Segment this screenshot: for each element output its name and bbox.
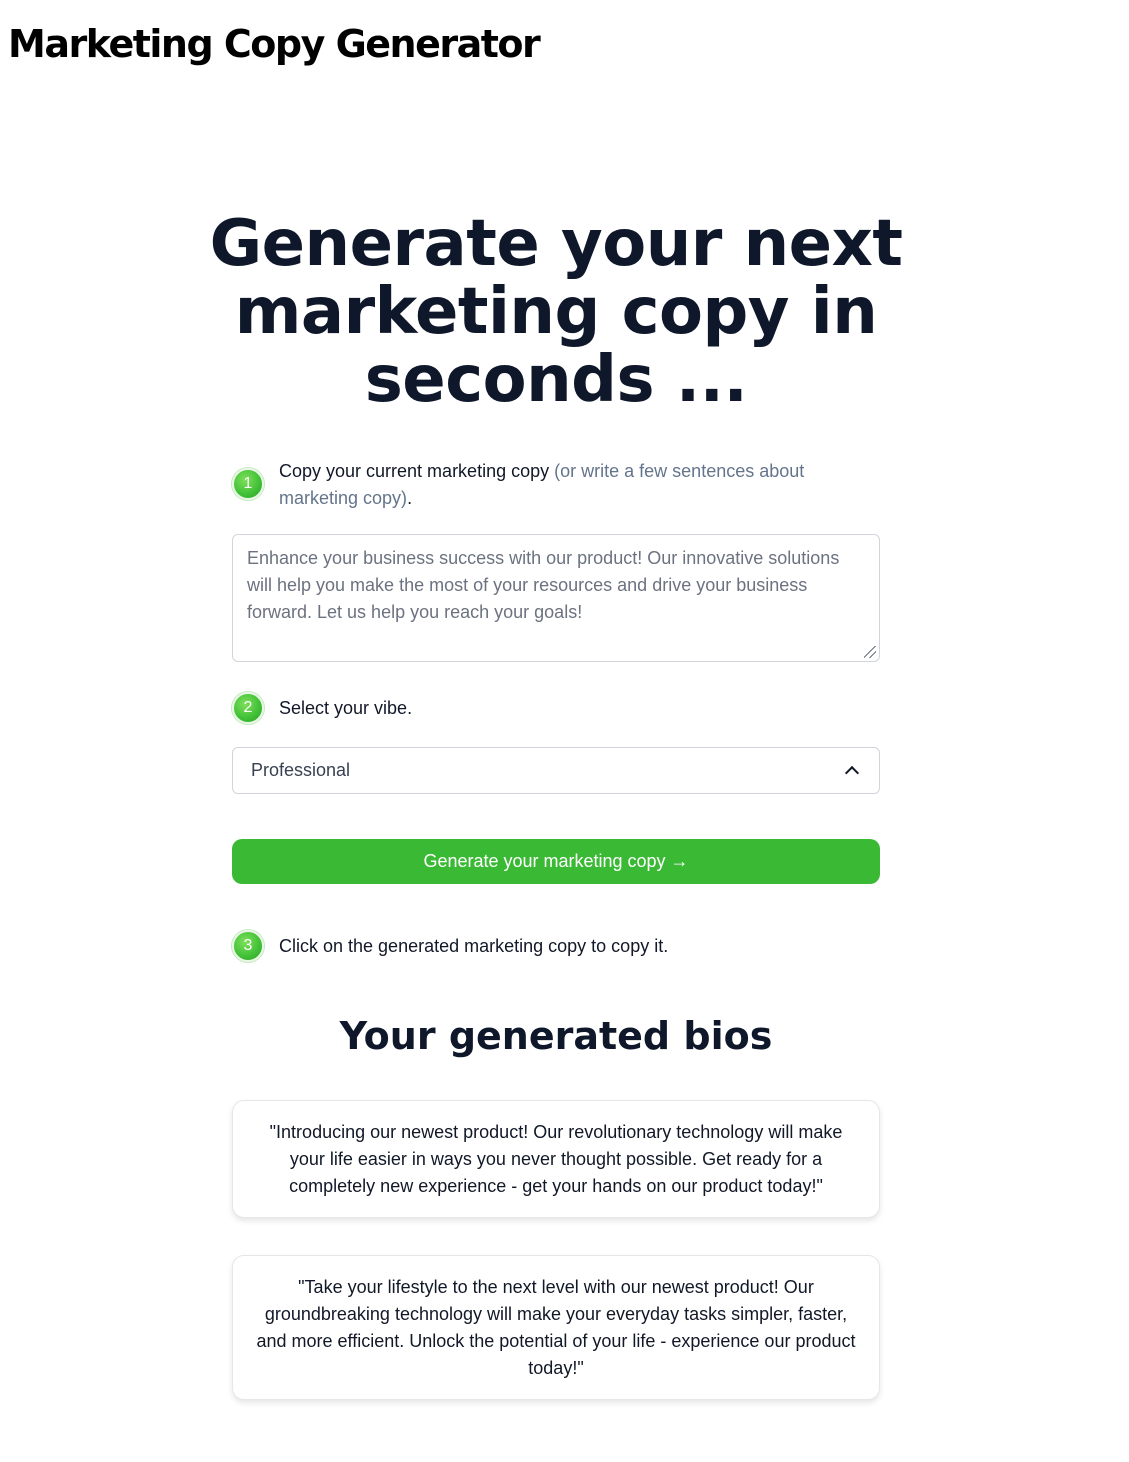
step-1-text: Copy your current marketing copy (or wri… — [279, 458, 880, 512]
results-title: Your generated bios — [339, 1014, 773, 1058]
step-1-period: . — [407, 488, 413, 508]
step-3-label: Click on the generated marketing copy to… — [279, 935, 669, 956]
marketing-copy-input[interactable]: Enhance your business success with our p… — [232, 534, 880, 662]
step-number-badge: 2 — [232, 692, 264, 724]
step-number-badge: 1 — [232, 468, 264, 500]
resize-handle-icon[interactable] — [864, 646, 876, 658]
generated-bio-card[interactable]: "Introducing our newest product! Our rev… — [232, 1100, 880, 1218]
marketing-copy-placeholder: Enhance your business success with our p… — [247, 548, 840, 622]
step-number-badge: 3 — [232, 930, 264, 962]
main-content: Generate your next marketing copy in sec… — [210, 210, 903, 1400]
step-1: 1 Copy your current marketing copy (or w… — [232, 458, 880, 512]
step-3: 3 Click on the generated marketing copy … — [232, 930, 880, 962]
app-title: Marketing Copy Generator — [8, 22, 541, 66]
step-2-label: Select your vibe. — [279, 697, 413, 718]
step-2: 2 Select your vibe. — [232, 692, 880, 724]
generated-bio-card[interactable]: "Take your lifestyle to the next level w… — [232, 1255, 880, 1400]
chevron-up-icon — [844, 765, 860, 781]
step-1-label: Copy your current marketing copy — [279, 461, 550, 481]
vibe-select[interactable]: Professional — [232, 747, 880, 794]
generate-button[interactable]: Generate your marketing copy → — [232, 839, 880, 884]
vibe-selected-value: Professional — [251, 760, 351, 780]
hero-headline: Generate your next marketing copy in sec… — [209, 207, 903, 417]
